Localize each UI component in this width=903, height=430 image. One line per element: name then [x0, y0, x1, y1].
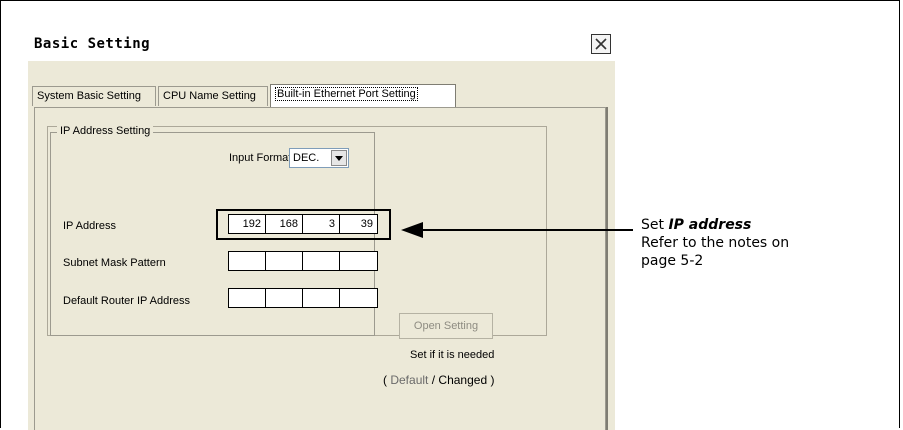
router-octet-1[interactable] [229, 289, 266, 307]
changed-status: Changed [438, 373, 488, 387]
subnet-octet-2[interactable] [266, 252, 303, 270]
router-octet-4[interactable] [340, 289, 377, 307]
dialog-title: Basic Setting [34, 36, 151, 52]
ip-address-label: IP Address [63, 220, 116, 232]
callout-line1: Refer to the notes on [641, 235, 790, 251]
subnet-mask-field[interactable] [228, 251, 378, 271]
default-status: Default [390, 373, 429, 387]
ip-group-label: IP Address Setting [57, 125, 154, 137]
router-octet-2[interactable] [266, 289, 303, 307]
subnet-octet-4[interactable] [340, 252, 377, 270]
default-router-field[interactable] [228, 288, 378, 308]
paren-close: ) [490, 373, 495, 387]
set-if-needed-note: Set if it is needed [410, 349, 495, 361]
tab-cpu-name-setting[interactable]: CPU Name Setting [158, 86, 268, 106]
default-changed-status: ( Default / Changed ) [383, 373, 494, 387]
subnet-mask-label: Subnet Mask Pattern [63, 257, 166, 269]
callout-line [420, 229, 633, 231]
panel-edge [606, 107, 608, 430]
subnet-octet-1[interactable] [229, 252, 266, 270]
router-octet-3[interactable] [303, 289, 340, 307]
paren-open: ( [383, 373, 387, 387]
status-separator: / [431, 373, 436, 387]
title-bar: Basic Setting [28, 30, 615, 61]
open-setting-button[interactable]: Open Setting [399, 313, 493, 339]
input-format-select[interactable]: DEC. [289, 148, 349, 168]
close-button[interactable] [591, 34, 611, 54]
chevron-down-icon[interactable] [331, 150, 347, 166]
subnet-octet-3[interactable] [303, 252, 340, 270]
callout-heading: Set IP address [641, 217, 752, 233]
callout-note: Set IP address Refer to the notes on pag… [641, 216, 789, 270]
callout-emphasis: IP address [668, 217, 752, 233]
close-icon [595, 38, 607, 50]
ip-highlight-box [216, 209, 391, 240]
tab-system-basic-setting[interactable]: System Basic Setting [32, 86, 156, 106]
callout-line2: page 5-2 [641, 253, 704, 269]
default-router-label: Default Router IP Address [63, 295, 190, 307]
tab-built-in-ethernet-port-setting[interactable]: Built-in Ethernet Port Setting [270, 84, 456, 107]
input-format-label: Input Format [229, 152, 292, 164]
